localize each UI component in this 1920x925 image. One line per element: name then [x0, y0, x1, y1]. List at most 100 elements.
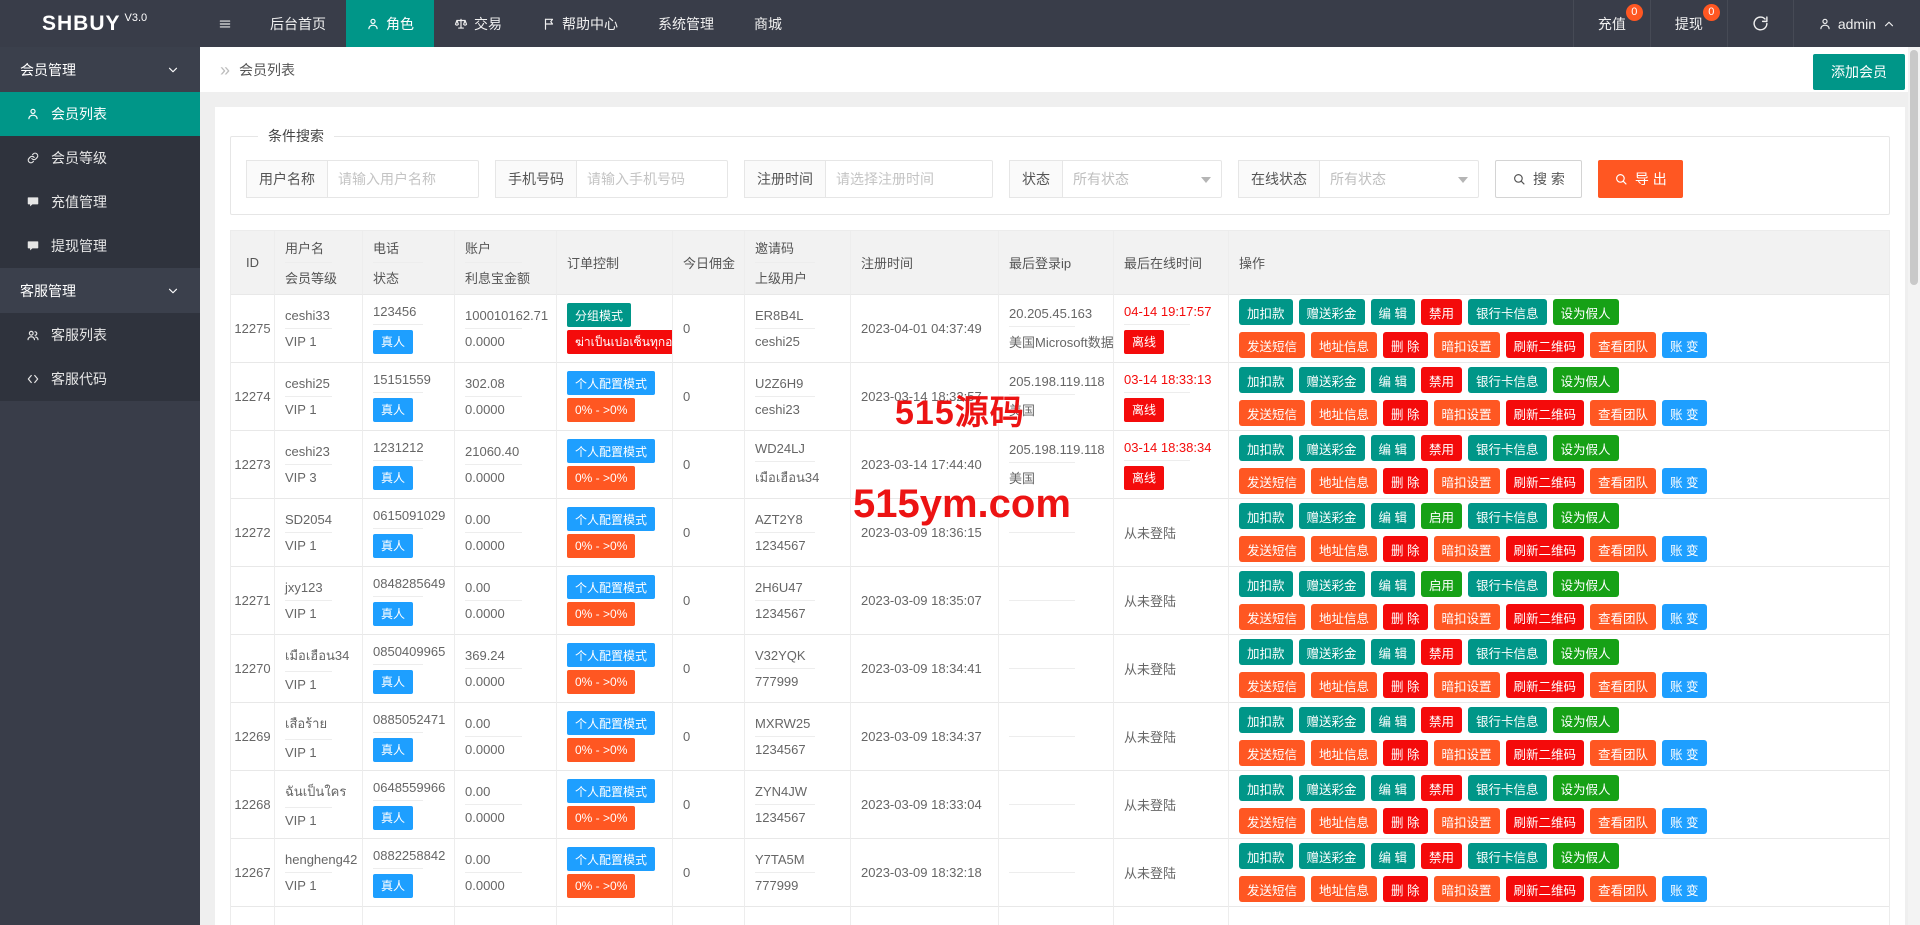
- sidebar-item-member-level[interactable]: 会员等级: [0, 136, 200, 180]
- order-mode-badge[interactable]: 0% - >0%: [567, 874, 636, 898]
- action-hidden-deduct[interactable]: 暗扣设置: [1433, 604, 1500, 630]
- action-edit[interactable]: 编 辑: [1370, 843, 1416, 869]
- action-toggle-enable[interactable]: 启用: [1421, 503, 1463, 529]
- action-edit[interactable]: 编 辑: [1370, 299, 1416, 325]
- action-account-change[interactable]: 账 变: [1662, 332, 1707, 358]
- online-status-select[interactable]: 所有状态: [1319, 160, 1479, 198]
- order-mode-badge[interactable]: 0% - >0%: [567, 670, 636, 694]
- action-edit[interactable]: 编 辑: [1370, 503, 1416, 529]
- action-toggle-enable[interactable]: 禁用: [1421, 639, 1463, 665]
- action-set-fake[interactable]: 设为假人: [1552, 299, 1619, 325]
- action-gift-bonus[interactable]: 赠送彩金: [1298, 571, 1365, 597]
- action-refresh-qrcode[interactable]: 刷新二维码: [1505, 808, 1585, 834]
- sidebar-group-member-manage[interactable]: 会员管理: [0, 47, 200, 92]
- action-add-deduct[interactable]: 加扣款: [1239, 639, 1293, 665]
- action-gift-bonus[interactable]: 赠送彩金: [1298, 707, 1365, 733]
- action-delete[interactable]: 删 除: [1383, 400, 1428, 426]
- action-delete[interactable]: 删 除: [1383, 740, 1428, 766]
- action-bank-card-info[interactable]: 银行卡信息: [1468, 367, 1547, 393]
- action-delete[interactable]: 删 除: [1383, 808, 1428, 834]
- order-mode-badge[interactable]: ฆ่าเป็นเปอเซ็นทุกออเดอร์: [567, 330, 672, 354]
- search-button[interactable]: 搜 索: [1495, 160, 1582, 198]
- nav-item-home[interactable]: 后台首页: [250, 0, 346, 47]
- action-account-change[interactable]: 账 变: [1662, 468, 1707, 494]
- action-set-fake[interactable]: 设为假人: [1552, 435, 1619, 461]
- action-send-sms[interactable]: 发送短信: [1239, 808, 1306, 834]
- order-mode-badge[interactable]: 分组模式: [567, 303, 632, 327]
- action-edit[interactable]: 编 辑: [1370, 707, 1416, 733]
- order-mode-badge[interactable]: 个人配置模式: [567, 643, 656, 667]
- action-gift-bonus[interactable]: 赠送彩金: [1298, 843, 1365, 869]
- reg-time-input[interactable]: [825, 160, 993, 198]
- refresh-button[interactable]: [1726, 0, 1793, 47]
- sidebar-item-service-list[interactable]: 客服列表: [0, 313, 200, 357]
- action-send-sms[interactable]: 发送短信: [1239, 740, 1306, 766]
- action-address-info[interactable]: 地址信息: [1311, 400, 1378, 426]
- action-view-team[interactable]: 查看团队: [1590, 672, 1657, 698]
- action-send-sms[interactable]: 发送短信: [1239, 672, 1306, 698]
- action-account-change[interactable]: 账 变: [1662, 536, 1707, 562]
- order-mode-badge[interactable]: 0% - >0%: [567, 602, 636, 626]
- action-edit[interactable]: 编 辑: [1370, 639, 1416, 665]
- action-account-change[interactable]: 账 变: [1662, 672, 1707, 698]
- order-mode-badge[interactable]: 个人配置模式: [567, 711, 656, 735]
- action-delete[interactable]: 删 除: [1383, 468, 1428, 494]
- phone-input[interactable]: [576, 160, 728, 198]
- action-edit[interactable]: 编 辑: [1370, 435, 1416, 461]
- action-send-sms[interactable]: 发送短信: [1239, 604, 1306, 630]
- action-hidden-deduct[interactable]: 暗扣设置: [1433, 876, 1500, 902]
- action-hidden-deduct[interactable]: 暗扣设置: [1433, 808, 1500, 834]
- action-account-change[interactable]: 账 变: [1662, 808, 1707, 834]
- action-hidden-deduct[interactable]: 暗扣设置: [1433, 400, 1500, 426]
- action-gift-bonus[interactable]: 赠送彩金: [1298, 503, 1365, 529]
- action-delete[interactable]: 删 除: [1383, 876, 1428, 902]
- action-send-sms[interactable]: 发送短信: [1239, 536, 1306, 562]
- action-refresh-qrcode[interactable]: 刷新二维码: [1505, 740, 1585, 766]
- order-mode-badge[interactable]: 0% - >0%: [567, 738, 636, 762]
- action-view-team[interactable]: 查看团队: [1590, 808, 1657, 834]
- action-bank-card-info[interactable]: 银行卡信息: [1468, 503, 1547, 529]
- action-account-change[interactable]: 账 变: [1662, 740, 1707, 766]
- order-mode-badge[interactable]: 0% - >0%: [567, 466, 636, 490]
- action-add-deduct[interactable]: 加扣款: [1239, 707, 1293, 733]
- action-send-sms[interactable]: 发送短信: [1239, 876, 1306, 902]
- action-gift-bonus[interactable]: 赠送彩金: [1298, 775, 1365, 801]
- add-member-button[interactable]: 添加会员: [1813, 54, 1905, 90]
- order-mode-badge[interactable]: 个人配置模式: [567, 779, 656, 803]
- action-delete[interactable]: 删 除: [1383, 536, 1428, 562]
- action-toggle-enable[interactable]: 禁用: [1421, 367, 1463, 393]
- sidebar-group-service-manage[interactable]: 客服管理: [0, 268, 200, 313]
- action-account-change[interactable]: 账 变: [1662, 876, 1707, 902]
- nav-item-mall[interactable]: 商城: [734, 0, 802, 47]
- action-gift-bonus[interactable]: 赠送彩金: [1298, 435, 1365, 461]
- action-toggle-enable[interactable]: 禁用: [1421, 435, 1463, 461]
- action-address-info[interactable]: 地址信息: [1311, 808, 1378, 834]
- action-delete[interactable]: 删 除: [1383, 604, 1428, 630]
- nav-item-trade[interactable]: 交易: [434, 0, 522, 47]
- sidebar-item-service-code[interactable]: 客服代码: [0, 357, 200, 401]
- action-view-team[interactable]: 查看团队: [1590, 604, 1657, 630]
- action-bank-card-info[interactable]: 银行卡信息: [1468, 571, 1547, 597]
- order-mode-badge[interactable]: 0% - >0%: [567, 534, 636, 558]
- order-mode-badge[interactable]: 个人配置模式: [567, 507, 656, 531]
- nav-item-help[interactable]: 帮助中心: [522, 0, 638, 47]
- action-set-fake[interactable]: 设为假人: [1552, 843, 1619, 869]
- action-bank-card-info[interactable]: 银行卡信息: [1468, 299, 1547, 325]
- action-refresh-qrcode[interactable]: 刷新二维码: [1505, 468, 1585, 494]
- action-set-fake[interactable]: 设为假人: [1552, 503, 1619, 529]
- action-address-info[interactable]: 地址信息: [1311, 604, 1378, 630]
- action-send-sms[interactable]: 发送短信: [1239, 468, 1306, 494]
- action-address-info[interactable]: 地址信息: [1311, 672, 1378, 698]
- order-mode-badge[interactable]: 0% - >0%: [567, 398, 636, 422]
- action-bank-card-info[interactable]: 银行卡信息: [1468, 775, 1547, 801]
- sidebar-item-recharge-manage[interactable]: 充值管理: [0, 180, 200, 224]
- order-mode-badge[interactable]: 个人配置模式: [567, 575, 656, 599]
- username-input[interactable]: [327, 160, 479, 198]
- action-edit[interactable]: 编 辑: [1370, 775, 1416, 801]
- action-hidden-deduct[interactable]: 暗扣设置: [1433, 468, 1500, 494]
- action-refresh-qrcode[interactable]: 刷新二维码: [1505, 604, 1585, 630]
- action-bank-card-info[interactable]: 银行卡信息: [1468, 843, 1547, 869]
- action-send-sms[interactable]: 发送短信: [1239, 332, 1306, 358]
- action-account-change[interactable]: 账 变: [1662, 604, 1707, 630]
- action-hidden-deduct[interactable]: 暗扣设置: [1433, 332, 1500, 358]
